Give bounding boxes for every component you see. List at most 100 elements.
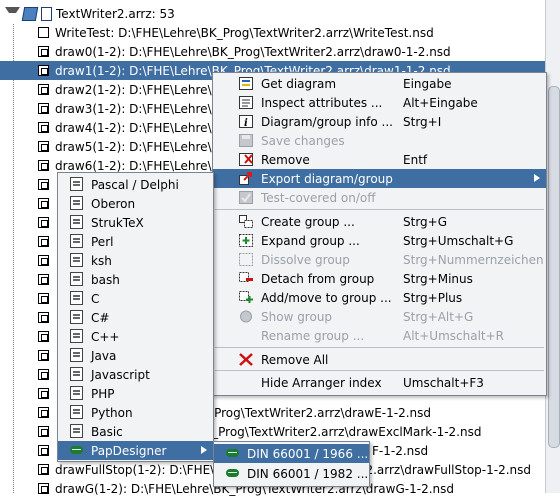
diagram-icon: [38, 388, 49, 399]
export-item-struktex[interactable]: StrukTeX: [58, 213, 213, 232]
diagram-icon: [38, 312, 49, 323]
pap-item-din-1982[interactable]: DIN 66001 / 1982 ...: [214, 464, 369, 483]
diagram-icon: [38, 331, 49, 342]
scrollbar-thumb[interactable]: [548, 86, 560, 448]
remove-icon: [239, 153, 253, 166]
menu-item-rename-group[interactable]: Rename group ... Alt+Umschalt+R: [213, 326, 546, 345]
diagram-icon: [38, 293, 49, 304]
add-move-icon: [239, 291, 253, 303]
expand-toggle-icon[interactable]: [5, 7, 20, 20]
menu-item-remove-all[interactable]: Remove All: [213, 350, 546, 369]
export-format-icon: [70, 253, 83, 267]
diagram-icon: [38, 236, 49, 247]
get-diagram-icon: [239, 77, 253, 90]
export-format-icon: [70, 291, 83, 305]
diagram-icon: [38, 46, 49, 57]
export-item-python[interactable]: Python: [58, 403, 213, 422]
export-format-icon: [70, 272, 83, 286]
diagram-icon: [38, 160, 49, 171]
diagram-icon: [38, 198, 49, 209]
diagram-icon: [38, 274, 49, 285]
papdesigner-icon: [70, 446, 83, 454]
export-submenu: Pascal / Delphi Oberon StrukTeX Perl ksh…: [57, 172, 214, 462]
tree-row[interactable]: WriteTest: D:\FHE\Lehre\BK_Prog\TextWrit…: [0, 23, 545, 42]
dissolve-group-icon: [239, 253, 253, 266]
menu-item-diagram-info[interactable]: i Diagram/group info ... Strg+I: [213, 112, 546, 131]
export-item-bash[interactable]: bash: [58, 270, 213, 289]
remove-all-icon: [239, 353, 253, 366]
menu-item-detach-from-group[interactable]: Detach from group Strg+Minus: [213, 269, 546, 288]
export-item-perl[interactable]: Perl: [58, 232, 213, 251]
menu-separator: [215, 347, 544, 348]
menu-item-export-diagram[interactable]: Export diagram/group: [213, 169, 546, 188]
export-format-icon: [70, 310, 83, 324]
export-item-papdesigner[interactable]: PapDesigner: [58, 441, 213, 460]
diagram-icon: [38, 84, 49, 95]
diagram-icon: [38, 217, 49, 228]
export-item-oberon[interactable]: Oberon: [58, 194, 213, 213]
diagram-icon: [38, 103, 49, 114]
menu-item-inspect-attributes[interactable]: Inspect attributes ... Alt+Eingabe: [213, 93, 546, 112]
diagram-icon: [38, 445, 49, 456]
expand-group-icon: [239, 234, 253, 247]
diagram-icon: [38, 483, 49, 494]
export-format-icon: [70, 348, 83, 362]
diagram-icon: [38, 141, 49, 152]
menu-item-get-diagram[interactable]: Get diagram Eingabe: [213, 74, 546, 93]
diagram-icon: [38, 255, 49, 266]
tree-row[interactable]: draw0(1-2): D:\FHE\Lehre\BK_Prog\TextWri…: [0, 42, 545, 61]
pap-item-din-1966[interactable]: DIN 66001 / 1966 ...: [214, 444, 369, 463]
diagram-icon: [38, 27, 49, 38]
papdesigner-submenu: DIN 66001 / 1966 ... DIN 66001 / 1982 ..…: [213, 441, 370, 487]
export-format-icon: [70, 215, 83, 229]
export-format-icon: [70, 386, 83, 400]
diagram-icon: [38, 464, 49, 475]
export-item-basic[interactable]: Basic: [58, 422, 213, 441]
export-format-icon: [70, 196, 83, 210]
export-item-javascript[interactable]: Javascript: [58, 365, 213, 384]
arrangement-file-icon: [41, 6, 52, 21]
menu-item-hide-arranger-index[interactable]: Hide Arranger index Umschalt+F3: [213, 373, 546, 392]
test-covered-icon: [239, 191, 253, 204]
export-format-icon: [70, 234, 83, 248]
diagram-icon: [38, 369, 49, 380]
info-icon: i: [239, 115, 253, 128]
menu-separator: [215, 370, 544, 371]
export-format-icon: [70, 424, 83, 438]
export-item-cpp[interactable]: C++: [58, 327, 213, 346]
submenu-arrow-icon: [534, 174, 540, 182]
export-format-icon: [70, 177, 83, 191]
detach-icon: [239, 272, 253, 282]
export-item-c[interactable]: C: [58, 289, 213, 308]
diagram-icon: [38, 179, 49, 190]
menu-separator: [215, 209, 544, 210]
menu-item-test-covered[interactable]: Test-covered on/off: [213, 188, 546, 207]
export-format-icon: [70, 405, 83, 419]
menu-item-dissolve-group[interactable]: Dissolve group Strg+Nummernzeichen: [213, 250, 546, 269]
export-item-java[interactable]: Java: [58, 346, 213, 365]
export-format-icon: [70, 329, 83, 343]
menu-item-expand-group[interactable]: Expand group ... Strg+Umschalt+G: [213, 231, 546, 250]
context-menu: Get diagram Eingabe Inspect attributes .…: [212, 72, 547, 396]
export-item-php[interactable]: PHP: [58, 384, 213, 403]
export-item-csharp[interactable]: C#: [58, 308, 213, 327]
menu-item-save-changes[interactable]: Save changes: [213, 131, 546, 150]
submenu-arrow-icon: [201, 446, 207, 454]
menu-item-remove[interactable]: Remove Entf: [213, 150, 546, 169]
diagram-icon: [38, 65, 49, 76]
diagram-icon: [38, 426, 49, 437]
export-icon: [239, 172, 252, 185]
tree-root[interactable]: TextWriter2.arrz: 53: [5, 4, 175, 23]
menu-item-add-move-to-group[interactable]: Add/move to group ... Strg+Plus: [213, 288, 546, 307]
diagram-icon: [38, 122, 49, 133]
papdesigner-icon: [226, 469, 239, 477]
papdesigner-icon: [226, 449, 239, 457]
menu-item-create-group[interactable]: Create group ... Strg+G: [213, 212, 546, 231]
export-item-pascal[interactable]: Pascal / Delphi: [58, 175, 213, 194]
export-item-ksh[interactable]: ksh: [58, 251, 213, 270]
show-group-icon: [240, 310, 252, 323]
arranger-cube-icon: [21, 6, 39, 21]
root-label: TextWriter2.arrz: 53: [56, 6, 175, 21]
menu-item-show-group[interactable]: Show group Strg+Alt+G: [213, 307, 546, 326]
create-group-icon: [239, 215, 253, 228]
